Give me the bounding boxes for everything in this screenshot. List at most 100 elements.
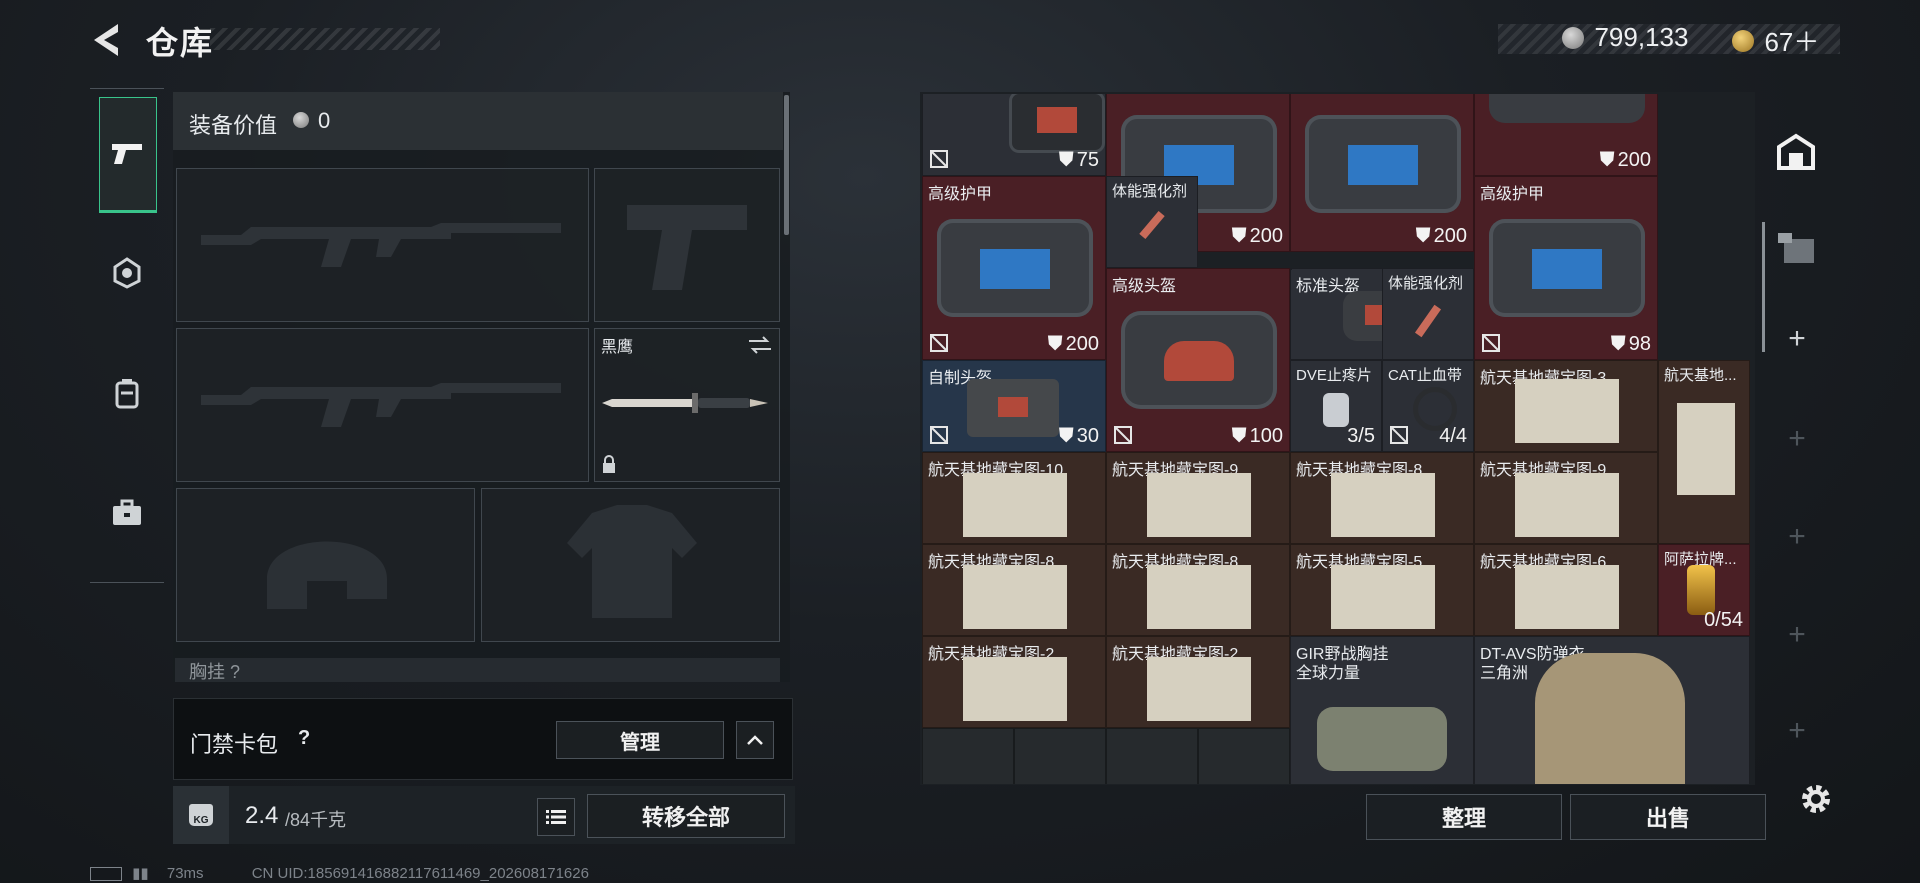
treasure-map-icon bbox=[1677, 403, 1735, 495]
inventory-item[interactable]: 体能强化剂 bbox=[1382, 268, 1474, 360]
armor-slot[interactable] bbox=[481, 488, 780, 642]
ping: 73ms bbox=[166, 865, 204, 882]
inventory-panel: ⛊ 75 ⛊ 200 ⛊ 200 ⛊ 200 高级护甲 ⛊ 200 体能强化剂 高级护甲 bbox=[920, 92, 1755, 785]
shield-icon: ⛊ bbox=[1058, 149, 1074, 171]
secondary-weapon-slot[interactable] bbox=[176, 328, 589, 482]
inventory-item[interactable]: 航天基地藏宝图-10 bbox=[922, 452, 1106, 544]
inventory-item[interactable]: ⛊ 75 bbox=[922, 94, 1106, 176]
inventory-item[interactable]: 航天基地藏宝图-2 bbox=[1106, 636, 1290, 728]
treasure-map-icon bbox=[1147, 657, 1251, 721]
sell-button[interactable]: 出售 bbox=[1570, 794, 1766, 840]
list-icon bbox=[546, 810, 566, 824]
empty-slot[interactable] bbox=[1106, 728, 1198, 784]
helmet-bag-icon bbox=[1121, 311, 1277, 409]
no-container-icon bbox=[1114, 426, 1132, 444]
treasure-map-icon bbox=[1147, 565, 1251, 629]
signal-icon: ▮▮ bbox=[132, 865, 149, 882]
nav-armor[interactable] bbox=[99, 217, 155, 329]
lock-icon bbox=[603, 455, 615, 473]
swap-icon[interactable] bbox=[747, 335, 773, 355]
weight-current: 2.4 bbox=[245, 802, 279, 829]
storage-tabs: + + + + + bbox=[1762, 92, 1830, 782]
gear-icon bbox=[1802, 785, 1830, 813]
shield-icon: ⛊ bbox=[1047, 333, 1063, 355]
inventory-item[interactable]: CAT止血带 4/4 bbox=[1382, 360, 1474, 452]
empty-slot[interactable] bbox=[922, 728, 1014, 784]
inventory-item[interactable]: 高级护甲 ⛊ 200 bbox=[922, 176, 1106, 360]
equipment-scrollbar[interactable] bbox=[784, 95, 789, 235]
primary-weapon-slot[interactable] bbox=[176, 168, 589, 322]
manage-button[interactable]: 管理 bbox=[556, 721, 724, 759]
rifle-silhouette-icon bbox=[201, 383, 561, 427]
armor-bag-icon bbox=[937, 219, 1093, 317]
add-storage-icon[interactable]: + bbox=[1770, 412, 1824, 466]
durability: ⛊ 200 bbox=[1599, 149, 1651, 171]
inventory-item[interactable]: 航天基地藏宝图-3 bbox=[1474, 360, 1658, 452]
transfer-all-button[interactable]: 转移全部 bbox=[587, 794, 785, 838]
pistol-silhouette-icon bbox=[627, 205, 747, 290]
inventory-item[interactable]: 体能强化剂 bbox=[1106, 176, 1198, 268]
treasure-map-icon bbox=[1515, 473, 1619, 537]
inventory-item[interactable]: GIR野战胸挂 全球力量 bbox=[1290, 636, 1474, 784]
treasure-map-icon bbox=[963, 657, 1067, 721]
warehouse-tab[interactable] bbox=[1766, 122, 1826, 182]
inventory-item[interactable]: 航天基地藏宝图-8 bbox=[922, 544, 1106, 636]
empty-slot[interactable] bbox=[1014, 728, 1106, 784]
inventory-item[interactable]: 航天基地藏宝图-8 bbox=[1290, 452, 1474, 544]
pistol-slot[interactable] bbox=[594, 168, 780, 322]
spacer bbox=[1290, 268, 1292, 270]
armor-silhouette-icon bbox=[567, 505, 697, 618]
durability: ⛊ 30 bbox=[1058, 425, 1099, 447]
inventory-item[interactable]: 航天基地藏宝图-6 bbox=[1474, 544, 1658, 636]
inventory-item[interactable]: 航天基地藏宝图-5 bbox=[1290, 544, 1474, 636]
inventory-item[interactable]: 航天基地... bbox=[1658, 360, 1750, 544]
storage-tab-4[interactable] bbox=[1770, 222, 1824, 276]
nav-weapons[interactable] bbox=[99, 97, 157, 213]
nav-case[interactable] bbox=[99, 457, 155, 569]
inventory-item[interactable]: 航天基地藏宝图-9 bbox=[1106, 452, 1290, 544]
helmet-slot[interactable] bbox=[176, 488, 475, 642]
sort-button[interactable]: 整理 bbox=[1366, 794, 1562, 840]
add-storage-icon[interactable]: + bbox=[1770, 510, 1824, 564]
nav-backpack[interactable] bbox=[99, 337, 155, 449]
inventory-item[interactable]: 阿萨拉牌... 0/54 bbox=[1658, 544, 1750, 636]
shield-icon: ⛊ bbox=[1058, 425, 1074, 447]
add-storage-icon[interactable]: + bbox=[1770, 704, 1824, 758]
add-storage-icon[interactable]: + bbox=[1770, 608, 1824, 662]
inventory-item[interactable]: 自制头盔 ⛊ 30 bbox=[922, 360, 1106, 452]
keycard-label: 门禁卡包 bbox=[190, 732, 279, 757]
inventory-item[interactable]: 航天基地藏宝图-8 bbox=[1106, 544, 1290, 636]
melee-item-name: 黑鹰 bbox=[601, 339, 634, 356]
add-storage-icon[interactable]: + bbox=[1770, 312, 1824, 366]
list-view-button[interactable] bbox=[537, 798, 575, 836]
status-bar: ▮▮ 73ms CN UID:185691416882117611469_202… bbox=[90, 864, 589, 882]
weight-icon: KG bbox=[173, 786, 229, 844]
inventory-item[interactable]: 高级护甲 ⛊ 98 bbox=[1474, 176, 1658, 360]
inventory-item[interactable]: DVE止疼片 3/5 bbox=[1290, 360, 1382, 452]
inventory-item[interactable]: ⛊ 200 bbox=[1290, 94, 1474, 252]
shield-icon: ⛊ bbox=[1599, 149, 1615, 171]
shield-icon: ⛊ bbox=[1610, 333, 1626, 355]
helmet-case-icon bbox=[967, 379, 1059, 437]
armor-bag-icon bbox=[1009, 94, 1105, 153]
inventory-item[interactable]: 高级头盔 ⛊ 100 bbox=[1106, 268, 1290, 452]
melee-slot[interactable]: 黑鹰 bbox=[594, 328, 780, 482]
inventory-item[interactable]: DT-AVS防弹衣 三角洲 bbox=[1474, 636, 1750, 784]
currency-2[interactable]: 67＋ bbox=[1732, 22, 1819, 59]
armor-bag-icon bbox=[1305, 115, 1461, 213]
inventory-item[interactable]: 航天基地藏宝图-2 bbox=[922, 636, 1106, 728]
title-decoration bbox=[210, 28, 440, 50]
backpack-icon bbox=[115, 379, 139, 409]
help-icon[interactable]: ? bbox=[298, 727, 310, 750]
settings-button[interactable] bbox=[1797, 780, 1835, 823]
armor-bag-icon bbox=[1489, 94, 1645, 123]
inventory-item[interactable]: ⛊ 200 bbox=[1474, 94, 1658, 176]
shield-icon: ⛊ bbox=[1415, 225, 1431, 247]
empty-slot[interactable] bbox=[1198, 728, 1290, 784]
back-arrow-icon bbox=[94, 24, 118, 56]
collapse-button[interactable] bbox=[736, 721, 774, 759]
back-button[interactable] bbox=[88, 20, 128, 60]
durability: ⛊ 98 bbox=[1610, 333, 1651, 355]
inventory-item[interactable]: 航天基地藏宝图-9 bbox=[1474, 452, 1658, 544]
chevron-up-icon bbox=[747, 735, 763, 745]
